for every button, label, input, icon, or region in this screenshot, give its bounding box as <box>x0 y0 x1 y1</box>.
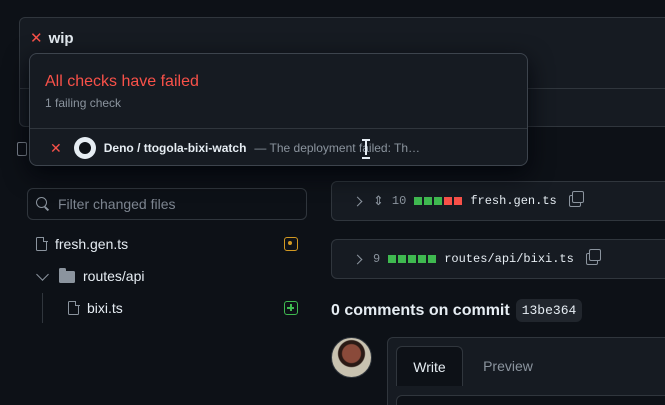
tree-file-label: fresh.gen.ts <box>55 236 129 252</box>
unfold-icon[interactable]: ⇕ <box>373 193 384 209</box>
commit-header: ✕ wip <box>30 30 74 47</box>
filter-input[interactable] <box>58 196 288 212</box>
diffstat-block <box>408 255 417 263</box>
diffstat-block <box>434 197 443 205</box>
diff-header-fresh-gen[interactable]: ⇕ 10 fresh.gen.ts <box>331 181 665 221</box>
avatar[interactable] <box>331 337 372 378</box>
comments-heading: 0 comments on commit 13be364 <box>331 299 583 322</box>
tree-file-fresh-gen[interactable]: fresh.gen.ts <box>36 236 128 252</box>
diffstat-block <box>444 197 453 205</box>
diffstat-block <box>454 197 463 205</box>
diff-count: 10 <box>391 194 407 208</box>
chevron-down-icon <box>36 267 49 281</box>
diff-count: 9 <box>373 252 381 266</box>
chevron-right-icon[interactable] <box>352 254 363 264</box>
checks-count: 1 failing check <box>45 96 122 110</box>
file-diff-modified-icon <box>284 237 298 251</box>
tree-file-label: bixi.ts <box>87 300 123 316</box>
copy-icon[interactable] <box>568 191 584 207</box>
diffstat-block <box>418 255 427 263</box>
tab-preview[interactable]: Preview <box>470 346 546 386</box>
commit-title: wip <box>48 30 74 47</box>
comment-textarea[interactable] <box>396 395 665 405</box>
chevron-right-icon[interactable] <box>352 196 363 206</box>
file-icon <box>68 300 80 315</box>
tree-folder-routes-api[interactable]: routes/api <box>36 267 145 284</box>
text-cursor-icon <box>362 139 370 159</box>
diffstat-block <box>414 197 423 205</box>
diff-filename[interactable]: fresh.gen.ts <box>470 194 556 208</box>
x-icon[interactable]: ✕ <box>30 31 43 46</box>
deno-app-icon <box>73 136 96 159</box>
commit-sha[interactable]: 13be364 <box>515 299 583 322</box>
copy-icon[interactable] <box>585 249 601 265</box>
diffstat-block <box>424 197 433 205</box>
diff-filename[interactable]: routes/api/bixi.ts <box>444 252 574 266</box>
check-name[interactable]: Deno / ttogola-bixi-watch <box>104 141 247 155</box>
diffstat-block <box>388 255 397 263</box>
checks-status-title: All checks have failed <box>45 73 199 90</box>
diffstat-block <box>428 255 437 263</box>
tree-indent-guide <box>42 293 43 323</box>
x-icon: ✕ <box>50 139 62 156</box>
tab-write[interactable]: Write <box>396 346 463 386</box>
checks-popover: All checks have failed 1 failing check ✕… <box>29 53 528 166</box>
check-row[interactable]: ✕ Deno / ttogola-bixi-watch — The deploy… <box>30 128 527 165</box>
diff-header-bixi[interactable]: 9 routes/api/bixi.ts <box>331 239 665 279</box>
file-diff-added-icon <box>284 301 298 315</box>
file-filter[interactable] <box>27 188 307 220</box>
check-description: — The deployment failed: Th… <box>254 140 421 155</box>
file-icon <box>36 236 48 251</box>
diffstat <box>414 197 463 205</box>
search-icon <box>36 197 50 211</box>
folder-icon <box>59 268 75 283</box>
diffstat <box>388 255 437 263</box>
tree-file-bixi[interactable]: bixi.ts <box>68 300 123 316</box>
comments-title: 0 comments on commit <box>331 301 510 319</box>
tree-folder-label: routes/api <box>83 268 145 284</box>
file-tree-toggle-icon[interactable] <box>17 142 27 156</box>
diffstat-block <box>398 255 407 263</box>
